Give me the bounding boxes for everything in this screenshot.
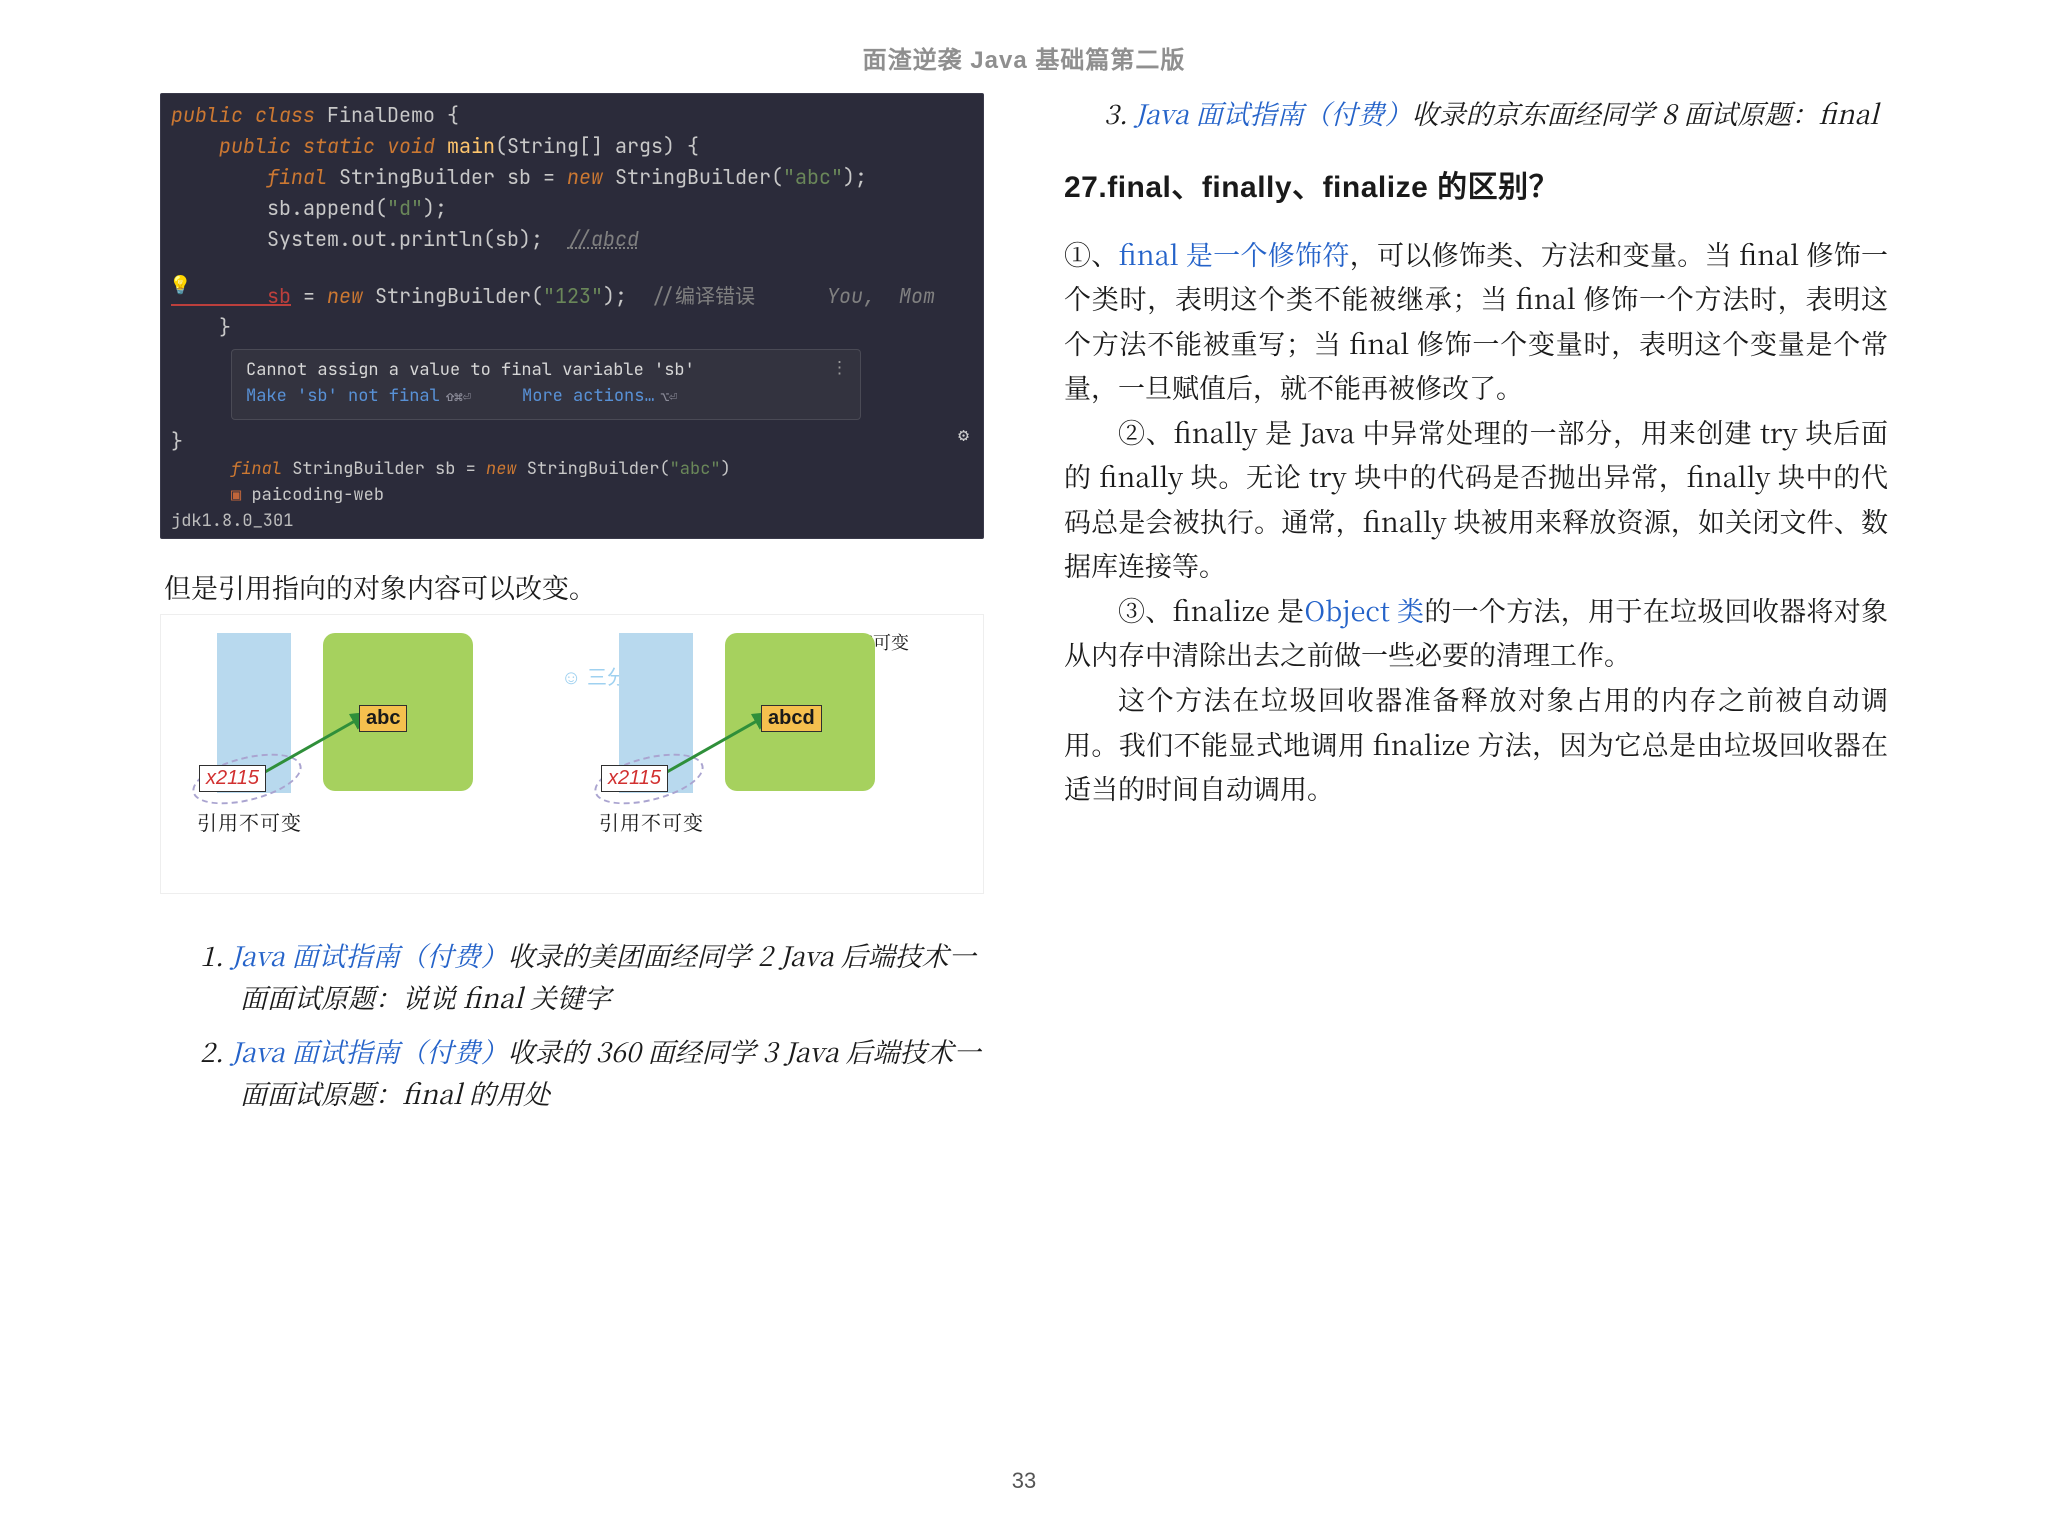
link-java-guide[interactable]: Java 面试指南（付费） — [231, 935, 508, 974]
left-column: 💡 ⚙ public class FinalDemo { public stat… — [160, 93, 984, 1126]
ref-address-label: x2115 — [199, 765, 266, 792]
heap-value-label: abc — [359, 705, 407, 732]
body-text: ①、final 是一个修饰符，可以修饰类、方法和变量。当 final 修饰一个类… — [1064, 232, 1888, 811]
jdk-version-label: jdk1.8.0_301 — [171, 508, 973, 534]
paragraph: ②、finally 是 Java 中异常处理的一部分，用来创建 try 块后面的… — [1064, 410, 1888, 588]
paragraph: 这个方法在垃圾回收器准备释放对象占用的内存之前被自动调用。我们不能显式地调用 f… — [1064, 677, 1888, 811]
section-heading-27: 27.final、finally、finalize 的区别？ — [1064, 162, 1888, 206]
paragraph: ③、finalize 是Object 类的一个方法，用于在垃圾回收器将对象从内存… — [1064, 588, 1888, 677]
quick-fix-make-not-final: Make 'sb' not final — [246, 385, 440, 407]
heap-value-label: abcd — [761, 705, 822, 732]
link-java-guide[interactable]: Java 面试指南（付费） — [231, 1031, 508, 1070]
reference-list-left: Java 面试指南（付费）收录的美团面经同学 2 Java 后端技术一面面试原题… — [200, 934, 984, 1113]
quick-fix-more-actions: More actions… — [522, 385, 655, 407]
error-message: Cannot assign a value to final variable … — [246, 358, 846, 384]
page: 面渣逆袭 Java 基础篇第二版 💡 ⚙ public class FinalD… — [0, 0, 2048, 1536]
diagram-caption-left: 引用不可变 — [197, 807, 302, 836]
diagram-left-half: x2115 abc 引用不可变 — [177, 633, 517, 833]
link-final-modifier[interactable]: final 是一个修饰符 — [1119, 234, 1350, 273]
reference-list-right: 3. Java 面试指南（付费）收录的京东面经同学 8 面试原题：final — [1104, 93, 1888, 134]
two-column-layout: 💡 ⚙ public class FinalDemo { public stat… — [160, 93, 1888, 1126]
diagram-right-half: 引用指向内容可变 x2115 abcd 引用不可变 — [579, 633, 919, 833]
link-java-guide[interactable]: Java 面试指南（付费） — [1135, 93, 1412, 132]
kebab-icon: ⋮ — [831, 356, 850, 382]
doc-header-title: 面渣逆袭 Java 基础篇第二版 — [160, 40, 1888, 75]
figure-caption: 但是引用指向的对象内容可以改变。 — [164, 567, 984, 606]
list-item: Java 面试指南（付费）收录的美团面经同学 2 Java 后端技术一面面试原题… — [200, 934, 984, 1018]
diagram-caption-right: 引用不可变 — [599, 807, 704, 836]
ref-address-label: x2115 — [601, 765, 668, 792]
paragraph: ①、final 是一个修饰符，可以修饰类、方法和变量。当 final 修饰一个类… — [1064, 232, 1888, 410]
right-column: 3. Java 面试指南（付费）收录的京东面经同学 8 面试原题：final 2… — [1064, 93, 1888, 1126]
reference-diagram: ☺ 三分恶 x2115 abc 引用不可变 引用指向内容可变 — [160, 614, 984, 894]
ide-usage-hint: final StringBuilder sb = new StringBuild… — [231, 457, 973, 508]
link-object-class[interactable]: Object 类 — [1304, 590, 1424, 629]
ide-error-popup: ⋮ Cannot assign a value to final variabl… — [231, 349, 861, 420]
page-number: 33 — [0, 1468, 2048, 1494]
list-item: Java 面试指南（付费）收录的 360 面经同学 3 Java 后端技术一面面… — [200, 1030, 984, 1114]
ide-code-screenshot: 💡 ⚙ public class FinalDemo { public stat… — [160, 93, 984, 539]
gear-icon: ⚙ — [958, 422, 969, 450]
lightbulb-icon: 💡 — [169, 272, 191, 300]
